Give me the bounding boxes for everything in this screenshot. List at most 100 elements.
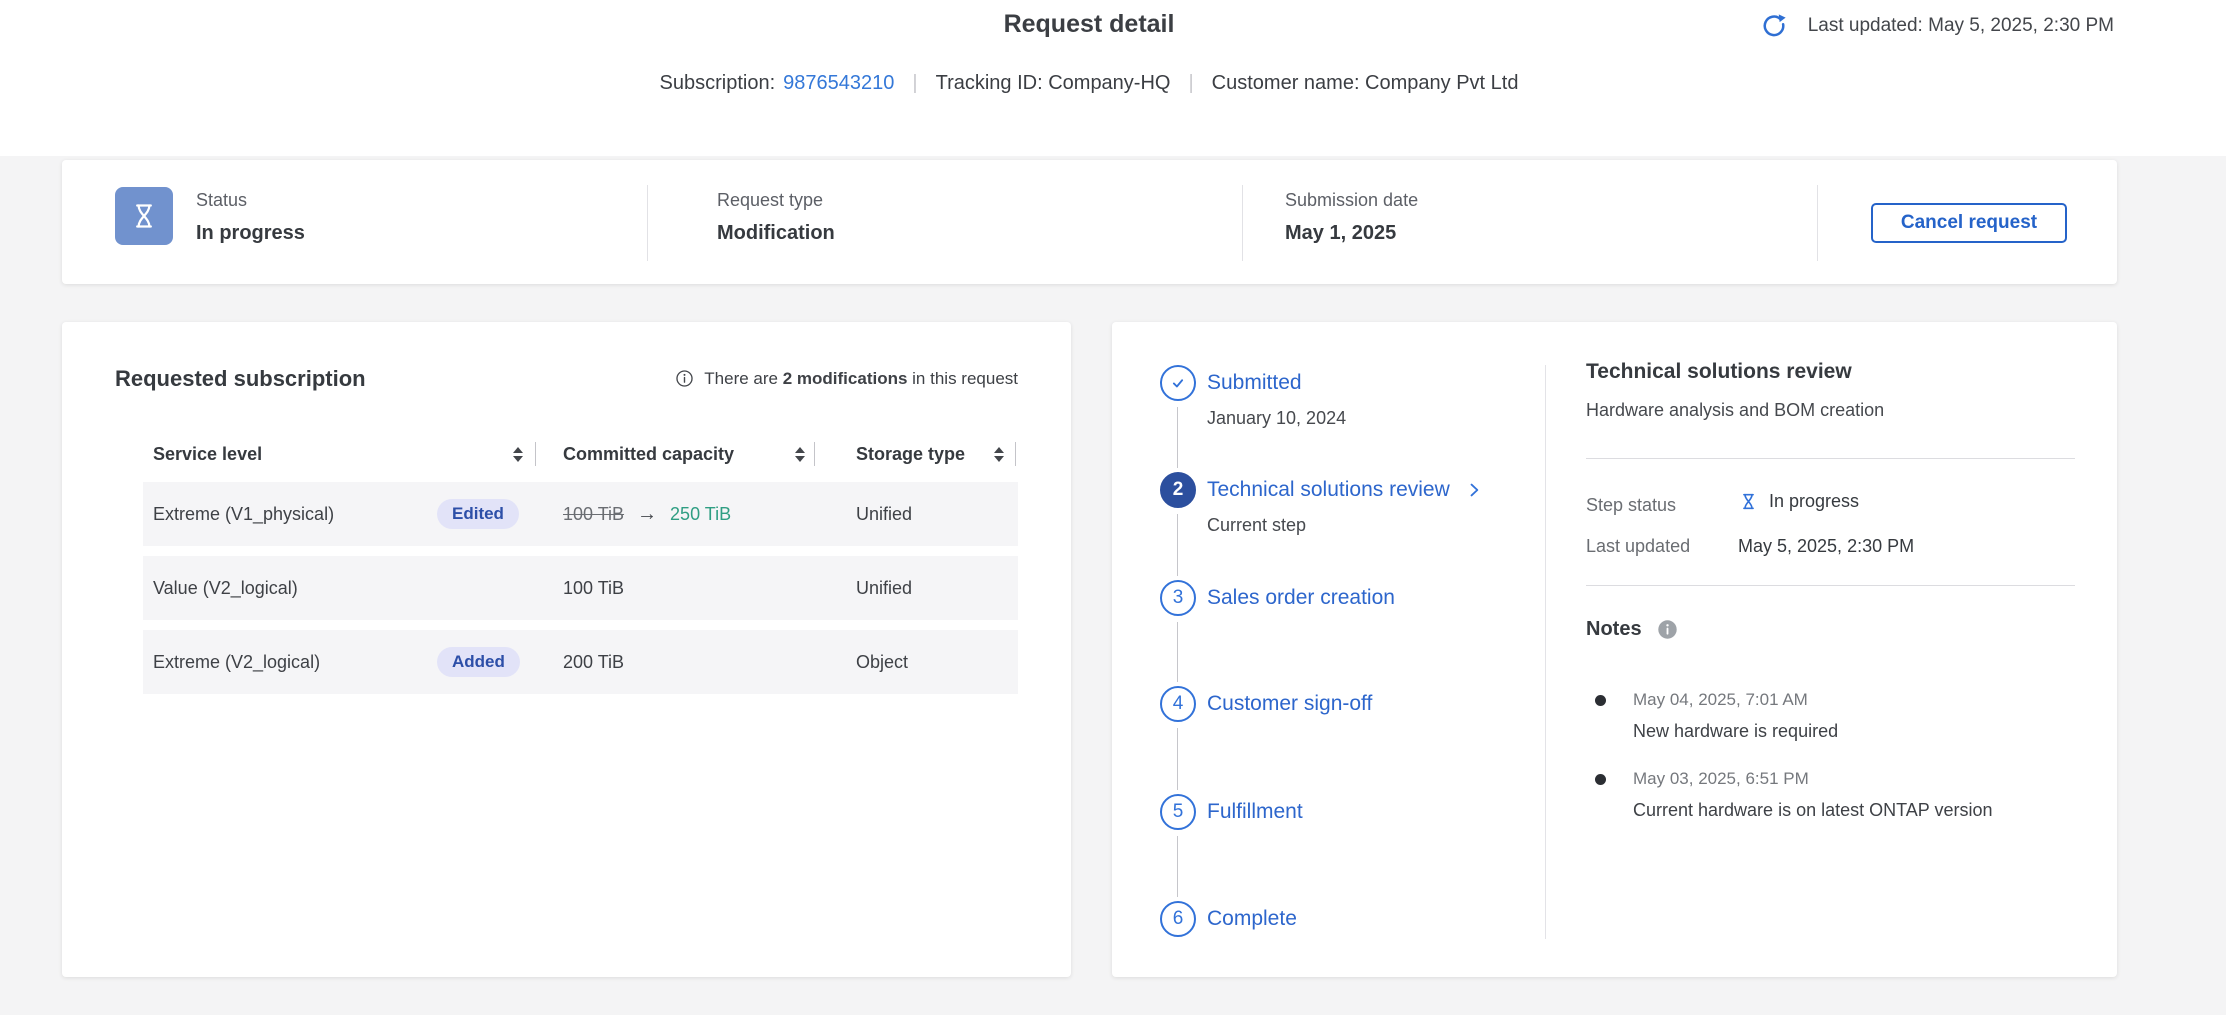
step-link-complete[interactable]: Complete	[1207, 907, 1297, 931]
subscription-label: Subscription:	[660, 72, 776, 95]
table-header-row: Service level Committed capacity Storage…	[143, 436, 1018, 472]
connector-line	[1177, 728, 1178, 790]
progress-panel: Submitted January 10, 2024 2 Technical s…	[1112, 322, 2117, 977]
committed-capacity-cell: 200 TiB	[563, 652, 853, 673]
request-type-value: Modification	[717, 222, 835, 245]
column-header-service-level[interactable]: Service level	[143, 436, 563, 472]
refresh-icon	[1759, 11, 1789, 41]
step-circle-complete: 6	[1160, 901, 1196, 937]
table-row: Extreme (V1_physical) Edited 100 TiB → 2…	[143, 482, 1018, 546]
cancel-request-button[interactable]: Cancel request	[1871, 203, 2067, 243]
step-circle-submitted	[1160, 365, 1196, 401]
notes-header: Notes	[1586, 618, 1679, 641]
capacity-old-value: 100 TiB	[563, 504, 624, 525]
subscription-info-row: Subscription: 9876543210 | Tracking ID: …	[0, 72, 2178, 95]
tracking-id-text: Tracking ID: Company-HQ	[936, 72, 1171, 95]
sort-icon[interactable]	[994, 447, 1004, 462]
subscription-pair: Subscription: 9876543210	[660, 72, 895, 95]
committed-capacity-cell: 100 TiB → 250 TiB	[563, 503, 853, 526]
status-icon-tile	[115, 187, 173, 245]
step-number: 4	[1173, 693, 1184, 715]
status-value: In progress	[196, 222, 305, 245]
modifications-text: There are 2 modifications in this reques…	[704, 369, 1018, 389]
divider	[1586, 585, 2075, 586]
column-label: Committed capacity	[563, 444, 734, 465]
info-icon[interactable]	[674, 368, 695, 389]
step-link-submitted[interactable]: Submitted	[1207, 371, 1302, 395]
panel-title: Requested subscription	[115, 366, 366, 392]
separator: |	[1188, 72, 1193, 95]
customer-name-text: Customer name: Company Pvt Ltd	[1212, 72, 1519, 95]
sort-asc-icon	[513, 447, 523, 453]
info-icon[interactable]	[1656, 618, 1679, 641]
detail-last-updated-label: Last updated	[1586, 536, 1690, 557]
column-header-storage-type[interactable]: Storage type	[853, 436, 1018, 472]
modifications-count: 2 modifications	[783, 369, 908, 388]
service-level-value: Extreme (V2_logical)	[153, 652, 320, 673]
bullet-icon	[1595, 774, 1606, 785]
subscription-number-link[interactable]: 9876543210	[783, 72, 894, 95]
step-status-value: In progress	[1738, 491, 1859, 512]
refresh-button[interactable]	[1758, 10, 1790, 42]
note-timestamp: May 04, 2025, 7:01 AM	[1633, 690, 1808, 710]
step-link-sales-order[interactable]: Sales order creation	[1207, 586, 1395, 610]
sort-desc-icon	[795, 456, 805, 462]
header-divider	[535, 442, 536, 466]
added-badge: Added	[437, 647, 520, 677]
notes-title: Notes	[1586, 618, 1642, 641]
step-number: 2	[1173, 479, 1184, 501]
connector-line	[1177, 836, 1178, 897]
step-link-technical-review[interactable]: Technical solutions review	[1207, 478, 1484, 502]
step-link-customer-signoff[interactable]: Customer sign-off	[1207, 692, 1372, 716]
note-text: Current hardware is on latest ONTAP vers…	[1633, 800, 1992, 821]
modifications-info: There are 2 modifications in this reques…	[674, 368, 1018, 389]
sort-icon[interactable]	[795, 447, 805, 462]
bullet-icon	[1595, 695, 1606, 706]
arrow-right-icon: →	[637, 503, 657, 526]
step-number: 5	[1173, 801, 1184, 823]
hourglass-icon	[1738, 491, 1759, 512]
step-number: 3	[1173, 587, 1184, 609]
table-row: Extreme (V2_logical) Added 200 TiB Objec…	[143, 630, 1018, 694]
step-sublabel: Current step	[1207, 515, 1306, 536]
check-icon	[1167, 372, 1189, 394]
step-link-fulfillment[interactable]: Fulfillment	[1207, 800, 1303, 824]
detail-last-updated-value: May 5, 2025, 2:30 PM	[1738, 536, 1914, 557]
step-circle-sales-order: 3	[1160, 580, 1196, 616]
sort-asc-icon	[795, 447, 805, 453]
connector-line	[1177, 622, 1178, 682]
storage-type-cell: Unified	[853, 578, 1018, 599]
status-label: Status	[196, 190, 247, 211]
status-summary-card: Status In progress Request type Modifica…	[62, 160, 2117, 284]
capacity-value: 200 TiB	[563, 652, 624, 673]
header-divider	[814, 442, 815, 466]
step-sublabel: January 10, 2024	[1207, 408, 1346, 429]
step-circle-customer-signoff: 4	[1160, 686, 1196, 722]
note-timestamp: May 03, 2025, 6:51 PM	[1633, 769, 1809, 789]
step-circle-fulfillment: 5	[1160, 794, 1196, 830]
committed-capacity-cell: 100 TiB	[563, 578, 853, 599]
step-circle-technical-review: 2	[1160, 472, 1196, 508]
service-level-cell: Extreme (V2_logical) Added	[143, 652, 563, 673]
submission-date-label: Submission date	[1285, 190, 1418, 211]
connector-line	[1177, 514, 1178, 576]
column-header-committed-capacity[interactable]: Committed capacity	[563, 436, 853, 472]
storage-type-cell: Unified	[853, 504, 1018, 525]
sort-icon[interactable]	[513, 447, 523, 462]
column-label: Storage type	[856, 444, 965, 465]
storage-type-cell: Object	[853, 652, 1018, 673]
vertical-divider	[1545, 365, 1546, 939]
divider	[1586, 458, 2075, 459]
sort-asc-icon	[994, 447, 1004, 453]
service-level-cell: Value (V2_logical)	[143, 578, 563, 599]
subscription-table: Service level Committed capacity Storage…	[143, 436, 1018, 694]
step-detail-subtitle: Hardware analysis and BOM creation	[1586, 400, 1884, 421]
service-level-cell: Extreme (V1_physical) Edited	[143, 504, 563, 525]
chevron-right-icon[interactable]	[1464, 480, 1484, 500]
table-row: Value (V2_logical) 100 TiB Unified	[143, 556, 1018, 620]
refresh-area: Last updated: May 5, 2025, 2:30 PM	[1758, 10, 2114, 42]
request-type-label: Request type	[717, 190, 823, 211]
connector-line	[1177, 407, 1178, 468]
step-status-text: In progress	[1769, 491, 1859, 512]
submission-date-value: May 1, 2025	[1285, 222, 1396, 245]
